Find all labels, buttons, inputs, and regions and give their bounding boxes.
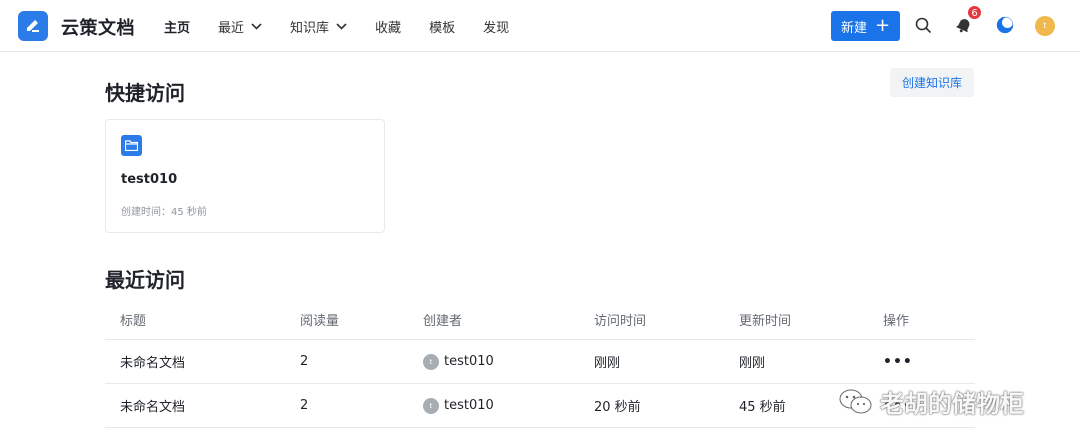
plus-icon: + xyxy=(874,15,891,36)
nav-knowledge-base[interactable]: 知识库 xyxy=(290,17,347,36)
row-title[interactable]: 未命名文档 xyxy=(120,340,185,383)
column-header-title: 标题 xyxy=(120,314,147,329)
column-header-reads: 阅读量 xyxy=(300,314,340,329)
row-updated-time: 刚刚 xyxy=(739,356,766,371)
creator-name: test010 xyxy=(444,354,494,369)
row-reads: 2 xyxy=(300,354,309,369)
card-created-time: 创建时间：45 秒前 xyxy=(121,207,207,218)
theme-moon-icon[interactable] xyxy=(994,14,1016,36)
creator-avatar: t xyxy=(423,397,439,414)
user-avatar[interactable]: t xyxy=(1035,16,1055,36)
nav-knowledge-base-label: 知识库 xyxy=(290,20,330,36)
main-nav: 主页 最近 知识库 收藏 模板 发现 xyxy=(164,0,537,52)
new-button-label: 新建 xyxy=(840,20,867,36)
nav-templates[interactable]: 模板 xyxy=(429,17,455,36)
nav-favorites-label: 收藏 xyxy=(375,20,402,36)
column-header-creator: 创建者 xyxy=(423,314,463,329)
nav-home[interactable]: 主页 xyxy=(164,17,190,36)
card-title: test010 xyxy=(121,172,178,187)
column-header-updated: 更新时间 xyxy=(739,314,792,329)
row-reads: 2 xyxy=(300,398,309,413)
table-header: 标题 阅读量 创建者 访问时间 更新时间 操作 xyxy=(105,300,975,340)
creator-name: test010 xyxy=(444,398,494,413)
row-creator: t test010 xyxy=(423,384,494,427)
nav-recent-label: 最近 xyxy=(218,20,245,36)
nav-discover-label: 发现 xyxy=(483,20,510,36)
creator-avatar: t xyxy=(423,353,439,370)
recent-title: 最近访问 xyxy=(105,268,185,292)
app-name[interactable]: 云策文档 xyxy=(61,14,135,40)
row-creator: t test010 xyxy=(423,340,494,383)
column-header-actions: 操作 xyxy=(883,314,910,329)
row-visited-time: 刚刚 xyxy=(594,356,621,371)
search-icon[interactable] xyxy=(912,14,934,36)
row-updated-time: 45 秒前 xyxy=(739,400,786,415)
nav-home-label: 主页 xyxy=(164,20,191,36)
watermark: 老胡的储物柜 xyxy=(838,384,1024,419)
wechat-icon xyxy=(839,389,872,413)
app-logo-icon[interactable] xyxy=(18,11,48,41)
notification-badge: 6 xyxy=(967,5,982,20)
column-header-visited: 访问时间 xyxy=(594,314,647,329)
more-actions-icon[interactable]: ••• xyxy=(883,340,913,383)
chevron-down-icon xyxy=(336,22,347,30)
new-button[interactable]: 新建 + xyxy=(831,11,900,41)
top-navigation-bar: 云策文档 主页 最近 知识库 收藏 模板 发现 新建 + 6 t xyxy=(0,0,1080,52)
table-row[interactable]: 未命名文档 2 t test010 刚刚 刚刚 ••• xyxy=(105,340,975,384)
knowledge-base-card[interactable]: test010 创建时间：45 秒前 xyxy=(105,119,385,233)
watermark-text: 老胡的储物柜 xyxy=(880,390,1024,418)
nav-discover[interactable]: 发现 xyxy=(483,17,509,36)
quick-access-title: 快捷访问 xyxy=(105,81,185,105)
nav-templates-label: 模板 xyxy=(429,20,456,36)
chevron-down-icon xyxy=(251,22,262,30)
row-visited-time: 20 秒前 xyxy=(594,400,641,415)
nav-recent[interactable]: 最近 xyxy=(218,17,262,36)
row-title[interactable]: 未命名文档 xyxy=(120,384,185,427)
nav-favorites[interactable]: 收藏 xyxy=(375,17,401,36)
folder-icon xyxy=(121,135,142,156)
create-knowledge-base-button[interactable]: 创建知识库 xyxy=(890,68,974,97)
